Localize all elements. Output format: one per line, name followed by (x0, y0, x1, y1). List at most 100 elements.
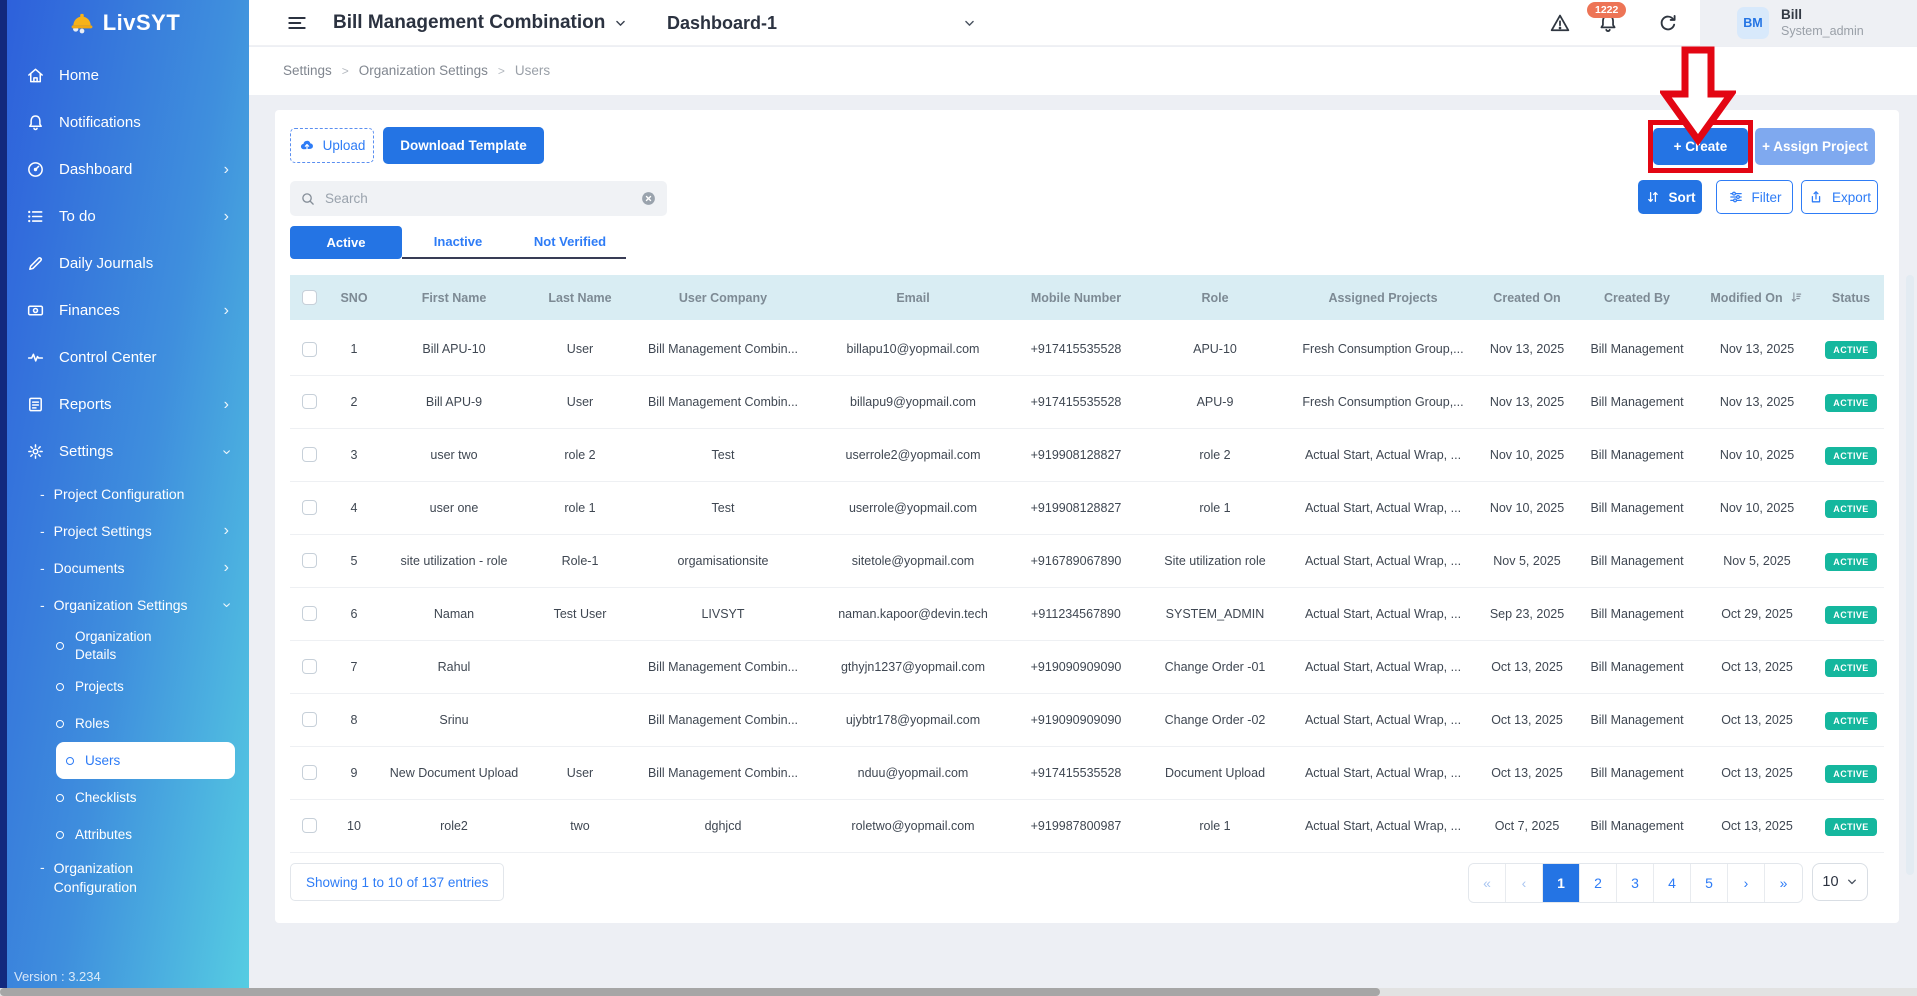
sidebar-item-project-settings[interactable]: Project Settings› (0, 512, 249, 549)
sidebar-item-notifications[interactable]: Notifications (0, 99, 249, 146)
sidebar-item-attributes[interactable]: Attributes (0, 816, 249, 853)
warning-icon[interactable] (1549, 12, 1571, 34)
status-badge: ACTIVE (1825, 818, 1876, 836)
cell-created_on: Oct 13, 2025 (1476, 640, 1578, 693)
column-header-created_by[interactable]: Created By (1578, 275, 1696, 322)
dashboard-selector[interactable]: Dashboard-1 (667, 0, 777, 46)
row-checkbox[interactable] (302, 765, 317, 780)
sidebar-item-finances[interactable]: Finances› (0, 287, 249, 334)
column-header-mobile[interactable]: Mobile Number (1012, 275, 1140, 322)
pagination-prev-button[interactable]: ‹ (1506, 864, 1543, 902)
row-checkbox[interactable] (302, 659, 317, 674)
row-checkbox[interactable] (302, 712, 317, 727)
row-checkbox[interactable] (302, 606, 317, 621)
cell-first_name: Naman (380, 587, 528, 640)
sidebar-item-settings[interactable]: Settings› (0, 428, 249, 475)
column-header-label: Modified On (1710, 291, 1782, 305)
breadcrumb-item-settings[interactable]: Settings (283, 63, 332, 78)
cell-user_company: LIVSYT (632, 587, 814, 640)
cell-modified_on: Oct 29, 2025 (1696, 587, 1818, 640)
sidebar-item-home[interactable]: Home (0, 52, 249, 99)
create-button[interactable]: + Create (1653, 128, 1748, 165)
cell-first_name: user two (380, 428, 528, 481)
select-all-checkbox[interactable] (302, 290, 317, 305)
home-icon (26, 66, 45, 85)
workspace-selector[interactable]: Bill Management Combination (333, 0, 627, 46)
sidebar-item-roles[interactable]: Roles (0, 705, 249, 742)
cell-sno: 3 (328, 428, 380, 481)
pagination-last-button[interactable]: » (1765, 864, 1802, 902)
user-menu[interactable]: BM Bill System_admin (1700, 0, 1917, 46)
cell-status: ACTIVE (1818, 640, 1884, 693)
clear-search-icon[interactable] (640, 190, 657, 207)
export-button[interactable]: Export (1801, 180, 1878, 214)
column-header-user_company[interactable]: User Company (632, 275, 814, 322)
pagination-page-1[interactable]: 1 (1543, 864, 1580, 902)
cell-assigned_projects: Fresh Consumption Group,... (1290, 322, 1476, 375)
pagination-next-button[interactable]: › (1728, 864, 1765, 902)
dashboard-chevron-down-icon[interactable] (963, 17, 976, 30)
cell-role: role 2 (1140, 428, 1290, 481)
row-checkbox[interactable] (302, 500, 317, 515)
upload-button[interactable]: Upload (290, 128, 374, 163)
pagination-first-button[interactable]: « (1469, 864, 1506, 902)
tab-inactive[interactable]: Inactive (402, 226, 514, 259)
column-header-last_name[interactable]: Last Name (528, 275, 632, 322)
filter-button[interactable]: Filter (1716, 180, 1793, 214)
sidebar-item-users[interactable]: Users (56, 742, 235, 779)
sidebar-item-daily-journals[interactable]: Daily Journals (0, 240, 249, 287)
cell-modified_on: Nov 13, 2025 (1696, 322, 1818, 375)
sidebar-item-checklists[interactable]: Checklists (0, 779, 249, 816)
horizontal-scrollbar-thumb[interactable] (0, 988, 1380, 996)
refresh-icon[interactable] (1657, 12, 1679, 34)
sidebar-item-organization-configuration[interactable]: Organization Configuration (0, 853, 249, 897)
hamburger-menu-icon[interactable] (286, 12, 308, 34)
download-template-button[interactable]: Download Template (383, 127, 544, 164)
column-header-label: Created On (1493, 291, 1560, 305)
app-logo[interactable]: LivSYT (0, 10, 249, 36)
column-header-email[interactable]: Email (814, 275, 1012, 322)
pagination-page-5[interactable]: 5 (1691, 864, 1728, 902)
sidebar-item-control-center[interactable]: Control Center (0, 334, 249, 381)
sidebar-item-to-do[interactable]: To do› (0, 193, 249, 240)
row-checkbox[interactable] (302, 342, 317, 357)
breadcrumb-item-users[interactable]: Users (515, 63, 550, 78)
pagination-page-2[interactable]: 2 (1580, 864, 1617, 902)
pagination-page-3[interactable]: 3 (1617, 864, 1654, 902)
column-header-assigned_projects[interactable]: Assigned Projects (1290, 275, 1476, 322)
page-size-select[interactable]: 10 (1812, 863, 1868, 901)
sidebar-item-label: Reports (59, 396, 112, 413)
chevron-right-icon: › (224, 397, 229, 413)
sidebar-item-label: Dashboard (59, 161, 132, 178)
sidebar-item-organization-details[interactable]: Organization Details (0, 623, 249, 668)
chevron-right-icon: › (224, 303, 229, 319)
column-header-created_on[interactable]: Created On (1476, 275, 1578, 322)
row-checkbox[interactable] (302, 553, 317, 568)
column-header-first_name[interactable]: First Name (380, 275, 528, 322)
row-checkbox[interactable] (302, 394, 317, 409)
row-checkbox[interactable] (302, 818, 317, 833)
sidebar-item-documents[interactable]: Documents› (0, 549, 249, 586)
sidebar-item-dashboard[interactable]: Dashboard› (0, 146, 249, 193)
pagination-page-4[interactable]: 4 (1654, 864, 1691, 902)
vertical-scrollbar[interactable] (1906, 275, 1914, 875)
cell-status: ACTIVE (1818, 534, 1884, 587)
tab-active[interactable]: Active (290, 226, 402, 259)
sidebar-item-reports[interactable]: Reports › (0, 381, 249, 428)
column-header-role[interactable]: Role (1140, 275, 1290, 322)
breadcrumb-item-organization-settings[interactable]: Organization Settings (359, 63, 488, 78)
assign-project-button[interactable]: + Assign Project (1755, 128, 1875, 165)
tab-not-verified[interactable]: Not Verified (514, 226, 626, 259)
cell-checkbox (290, 428, 328, 481)
sidebar-item-label: Projects (75, 673, 124, 701)
search-input[interactable] (325, 191, 640, 206)
column-header-sno[interactable]: SNO (328, 275, 380, 322)
sidebar-item-organization-settings[interactable]: Organization Settings› (0, 586, 249, 623)
sidebar-item-project-configuration[interactable]: Project Configuration (0, 475, 249, 512)
filter-icon (1728, 189, 1744, 205)
row-checkbox[interactable] (302, 447, 317, 462)
sidebar-item-projects[interactable]: Projects (0, 668, 249, 705)
sort-button[interactable]: Sort (1638, 180, 1702, 214)
column-header-status[interactable]: Status (1818, 275, 1884, 322)
column-header-modified_on[interactable]: Modified On (1696, 275, 1818, 322)
